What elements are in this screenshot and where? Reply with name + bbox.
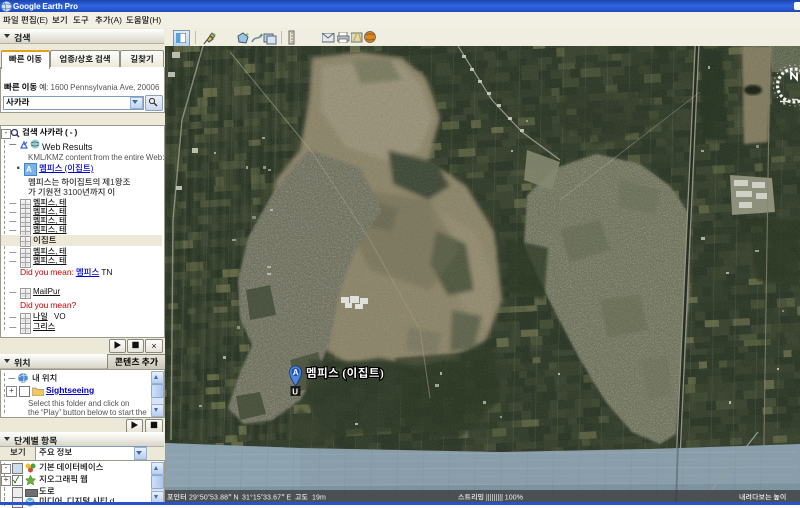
svg-text:고도: 고도: [295, 493, 309, 503]
svg-text:A: A: [293, 368, 299, 377]
svg-text:멤피스 (이집트): 멤피스 (이집트): [306, 365, 384, 381]
svg-text:스트리밍 ||||||||| 100%: 스트리밍 ||||||||| 100%: [458, 493, 523, 503]
svg-text:+: +: [212, 31, 216, 40]
svg-text:29°50′53.88″ N: 29°50′53.88″ N: [189, 493, 239, 503]
svg-text:19m: 19m: [312, 493, 326, 503]
svg-text:내려다보는 높이: 내려다보는 높이: [739, 493, 786, 503]
svg-text:31°15′33.67″ E: 31°15′33.67″ E: [242, 493, 291, 503]
svg-text:포인터: 포인터: [167, 493, 187, 503]
svg-text:U: U: [292, 388, 298, 397]
svg-text:+: +: [245, 31, 249, 40]
